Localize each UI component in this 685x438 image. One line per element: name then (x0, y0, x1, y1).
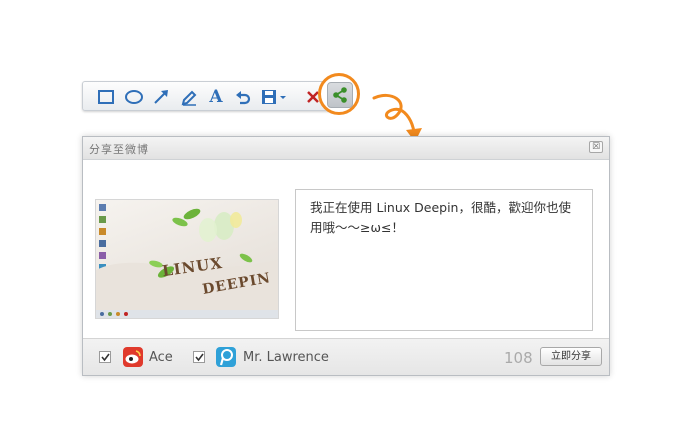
rectangle-tool-button[interactable] (95, 86, 117, 108)
undo-icon (236, 91, 251, 105)
arrow-icon (154, 90, 168, 104)
rectangle-icon (98, 90, 114, 104)
share-button[interactable] (327, 82, 353, 108)
account-name-ace: Ace (149, 350, 173, 365)
pencil-tool-button[interactable] (178, 86, 200, 108)
text-tool-button[interactable]: A (205, 86, 227, 108)
checkmark-icon (101, 353, 110, 362)
screenshot-toolbar: A (82, 81, 344, 111)
dialog-close-button[interactable]: ☒ (589, 141, 603, 153)
text-icon: A (209, 87, 223, 107)
message-box[interactable]: 我正在使用 Linux Deepin，很酷，歡迎你也使用哦～～≥ω≤！ (295, 189, 593, 331)
account-checkbox-mr-lawrence[interactable] (193, 351, 205, 363)
pencil-icon (181, 90, 197, 106)
checkmark-icon (195, 353, 204, 362)
ellipse-tool-button[interactable] (123, 86, 145, 108)
weibo-icon[interactable] (123, 347, 143, 367)
share-icon (333, 87, 347, 103)
dialog-footer: Ace Mr. Lawrence 108 立即分享 (83, 338, 609, 375)
share-now-button[interactable]: 立即分享 (540, 347, 602, 366)
tencent-weibo-icon[interactable] (216, 347, 236, 367)
save-icon (262, 90, 286, 104)
dialog-titlebar: 分享至微博 ☒ (83, 137, 609, 160)
ellipse-icon (125, 90, 143, 104)
undo-button[interactable] (232, 86, 254, 108)
arrow-tool-button[interactable] (150, 86, 172, 108)
save-button[interactable] (260, 86, 290, 108)
account-checkbox-ace[interactable] (99, 351, 111, 363)
share-to-weibo-dialog: 分享至微博 ☒ LINUX DEEPIN 我正在使用 Linux Deepin，… (82, 136, 610, 376)
dialog-title: 分享至微博 (89, 143, 149, 156)
character-count: 108 (504, 349, 533, 367)
screenshot-thumbnail: LINUX DEEPIN (95, 199, 279, 319)
account-name-mr-lawrence: Mr. Lawrence (243, 350, 329, 365)
share-message-text[interactable]: 我正在使用 Linux Deepin，很酷，歡迎你也使用哦～～≥ω≤！ (310, 198, 578, 238)
